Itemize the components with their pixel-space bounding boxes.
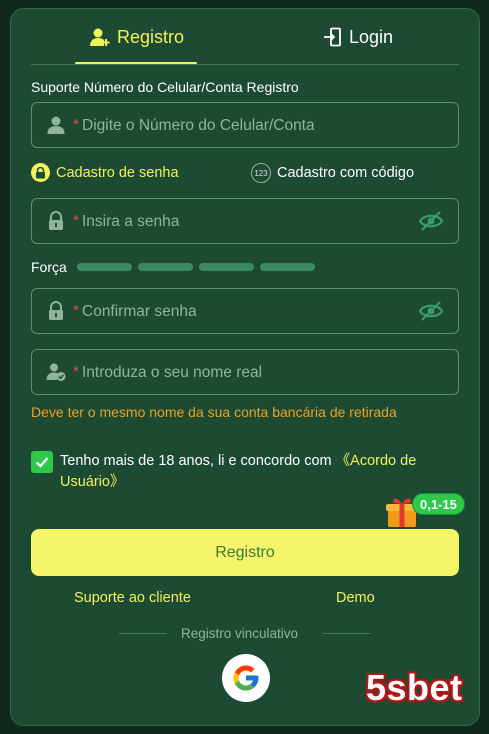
numeric-icon: 123 <box>251 163 271 183</box>
mode-password[interactable]: Cadastro de senha <box>31 163 179 182</box>
mode-password-label: Cadastro de senha <box>56 164 179 181</box>
strength-bar <box>198 263 254 271</box>
lock-icon <box>49 301 63 320</box>
register-button[interactable]: Registro <box>31 529 459 576</box>
check-icon <box>35 457 49 468</box>
divider-right <box>323 633 371 634</box>
strength-bar <box>137 263 193 271</box>
brand-logo: 5sbet <box>366 667 463 708</box>
google-login-button[interactable] <box>222 654 270 702</box>
confirm-placeholder: Confirmar senha <box>82 303 197 320</box>
customer-support-link[interactable]: Suporte ao cliente <box>74 590 191 606</box>
password-field[interactable]: * Insira a senha <box>31 198 459 244</box>
real-name-warning: Deve ter o mesmo nome da sua conta bancá… <box>31 404 397 420</box>
lock-icon <box>31 163 50 182</box>
eye-off-icon[interactable] <box>418 210 444 232</box>
mode-code-label: Cadastro com código <box>277 165 415 181</box>
account-field[interactable]: * Digite o Número do Celular/Conta <box>31 102 459 148</box>
required-mark: * <box>73 116 79 133</box>
tab-register[interactable]: Registro <box>89 25 184 49</box>
mode-code[interactable]: 123 Cadastro com código <box>251 163 414 183</box>
tab-login-label: Login <box>349 26 394 47</box>
real-name-field[interactable]: * Introduza o seu nome real <box>31 349 459 395</box>
social-register-label: Registro vinculativo <box>181 626 299 641</box>
auth-tabs: Registro Login <box>11 9 479 65</box>
password-strength: Força <box>31 259 321 275</box>
agreement-checkbox[interactable] <box>31 451 53 473</box>
account-label: Suporte Número do Celular/Conta Registro <box>31 79 299 95</box>
verified-user-icon <box>46 363 66 381</box>
agreement-text: Tenho mais de 18 anos, li e concordo com <box>60 453 336 469</box>
demo-link[interactable]: Demo <box>336 590 375 606</box>
agreement-text-block: Tenho mais de 18 anos, li e concordo com… <box>60 451 450 493</box>
tab-register-label: Registro <box>117 26 185 47</box>
strength-bar <box>259 263 315 271</box>
confirm-password-field[interactable]: * Confirmar senha <box>31 288 459 334</box>
tabs-divider <box>31 64 459 65</box>
login-icon <box>324 27 341 47</box>
account-placeholder: Digite o Número do Celular/Conta <box>82 117 315 134</box>
add-user-icon <box>90 28 110 46</box>
required-mark: * <box>73 363 79 380</box>
password-placeholder: Insira a senha <box>82 213 180 230</box>
user-icon <box>47 116 65 134</box>
strength-label: Força <box>31 259 67 275</box>
tab-login[interactable]: Login <box>323 25 393 49</box>
strength-bar <box>76 263 132 271</box>
bonus-badge: 0,1-15 <box>412 493 465 515</box>
required-mark: * <box>73 302 79 319</box>
register-panel: Registro Login Suporte Número do Celular… <box>10 8 480 726</box>
lock-icon <box>49 211 63 230</box>
eye-off-icon[interactable] <box>418 300 444 322</box>
google-icon <box>233 665 259 691</box>
required-mark: * <box>73 212 79 229</box>
divider-left <box>119 633 167 634</box>
real-name-placeholder: Introduza o seu nome real <box>82 364 263 381</box>
